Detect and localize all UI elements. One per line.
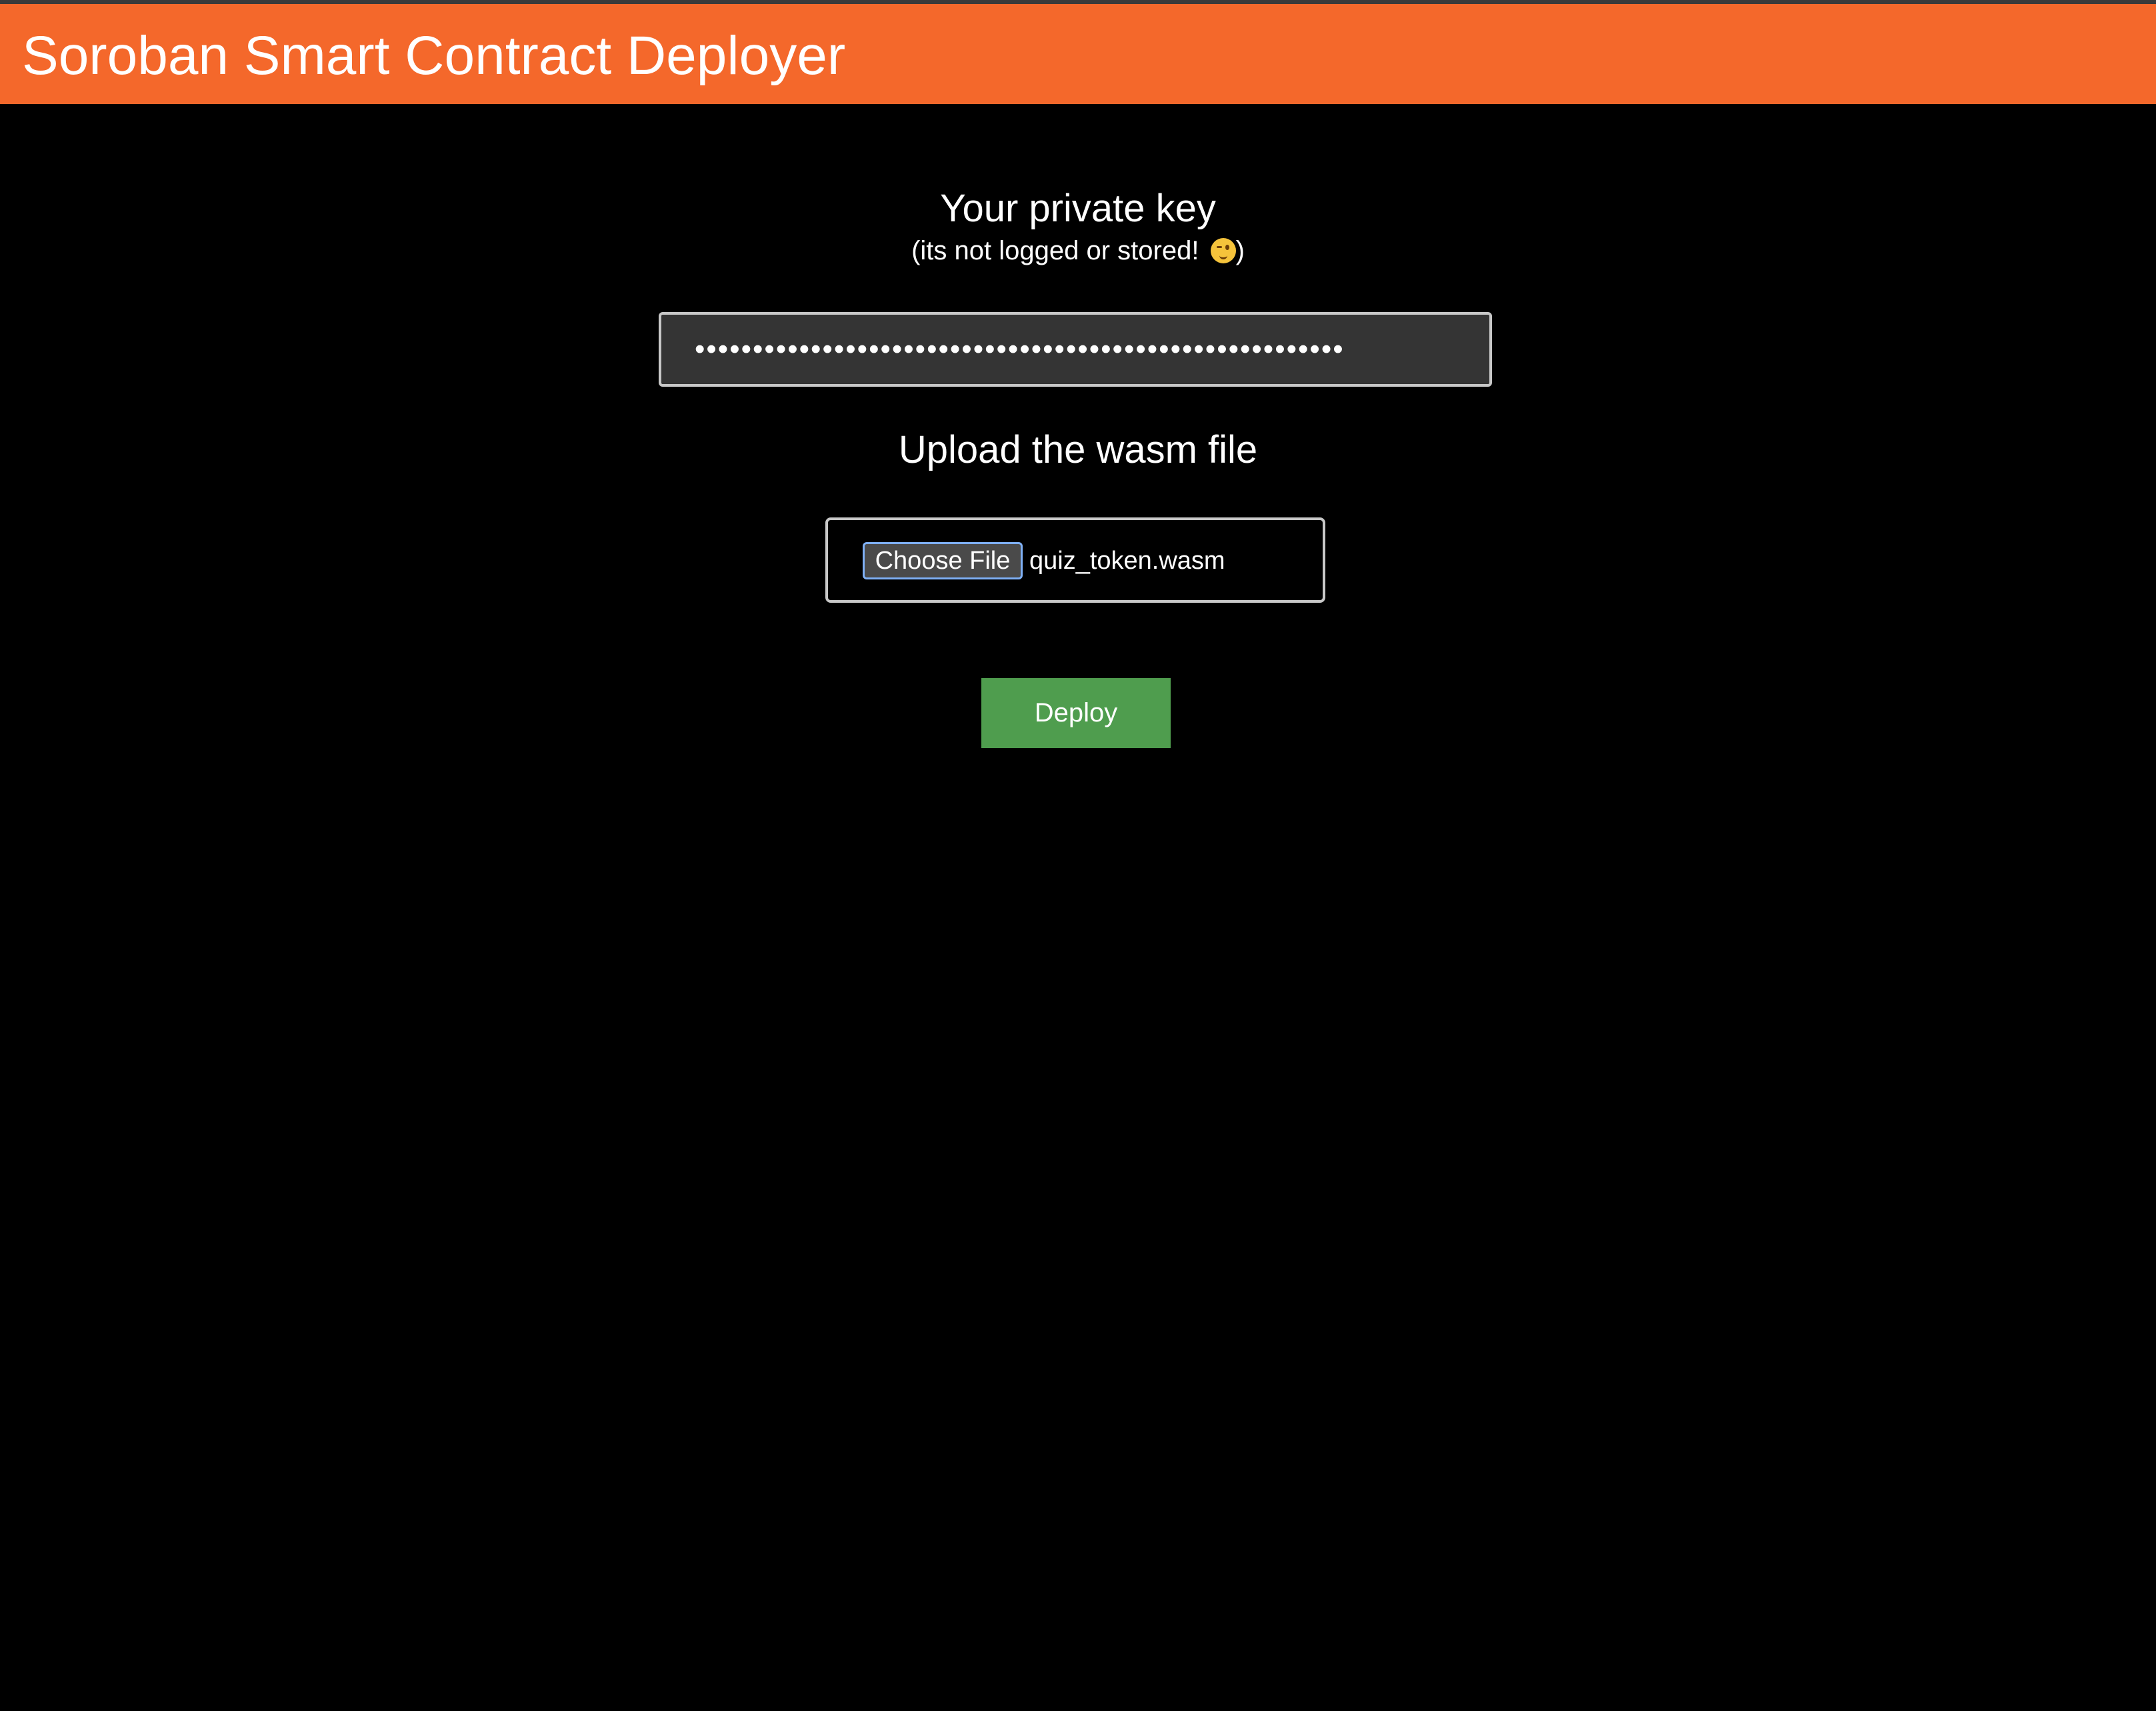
- choose-file-button[interactable]: Choose File: [863, 542, 1023, 579]
- private-key-input[interactable]: ••••••••••••••••••••••••••••••••••••••••…: [659, 312, 1492, 387]
- selected-file-name: quiz_token.wasm: [1029, 547, 1225, 575]
- private-key-note-text: (its not logged or stored!: [911, 236, 1207, 265]
- private-key-note: (its not logged or stored! ): [0, 234, 2156, 267]
- winking-face-icon: [1210, 238, 1236, 263]
- private-key-heading: Your private key: [940, 187, 1216, 230]
- app-title: Soroban Smart Contract Deployer: [22, 25, 846, 86]
- wasm-file-input[interactable]: Choose File quiz_token.wasm: [825, 517, 1325, 603]
- upload-heading: Upload the wasm file: [898, 428, 1258, 471]
- deploy-button[interactable]: Deploy: [981, 678, 1171, 748]
- private-key-note-close: ): [1235, 236, 1245, 265]
- app-header: Soroban Smart Contract Deployer: [0, 4, 2156, 104]
